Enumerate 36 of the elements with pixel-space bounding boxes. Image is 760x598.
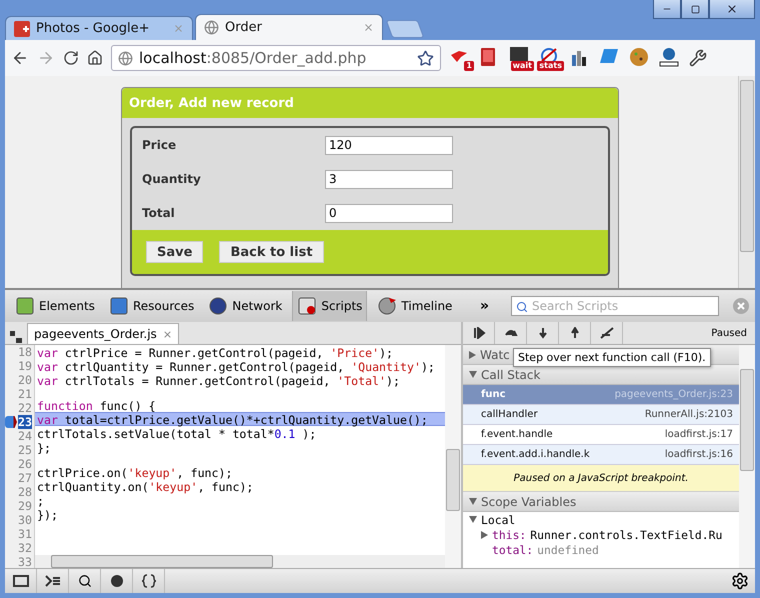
status-text: Paused (711, 328, 747, 338)
paused-message: Paused on a JavaScript breakpoint. (463, 465, 739, 492)
code-line: ctrlPrice.on('keyup', func); (36, 465, 234, 480)
badge: 1 (464, 61, 474, 71)
code-line: var ctrlPrice = Runner.getControl(pageid, 'Price'); (36, 345, 394, 359)
step-over-tooltip: Step over next function call (F10). (513, 348, 711, 367)
line-number: 29 (18, 499, 32, 513)
line-number: 25 (18, 443, 32, 457)
code-line: ctrlTotals.setValue(total * total*0.1 ); (36, 426, 318, 440)
line-number: 21 (18, 387, 32, 401)
form-title: Order, Add new record (122, 88, 618, 118)
line-number: 27 (18, 471, 32, 485)
line-number: 20 (18, 373, 32, 387)
line-number: 26 (18, 457, 32, 471)
line-number: 18 (18, 345, 32, 359)
line-number: 33 (18, 555, 32, 569)
code-line: ; (36, 494, 45, 508)
code-line: function func() { (36, 398, 157, 412)
line-number: 24 (18, 429, 32, 443)
badge: stats (537, 61, 564, 71)
code-line: }); (36, 507, 59, 522)
line-number: 30 (18, 513, 32, 527)
field-label: Total (141, 206, 176, 220)
field-label: Price (141, 138, 178, 152)
code-line: }; (36, 440, 52, 454)
badge: wait (510, 61, 534, 71)
line-number: 32 (18, 541, 32, 555)
field-label: Quantity (141, 172, 202, 186)
code-line: ctrlQuantity.on('keyup', func); (36, 480, 254, 494)
code-line: var ctrlTotals = Runner.getControl(pageid, 'Total'); (36, 374, 401, 387)
code-line: var ctrlQuantity = Runner.getControl(pageid, 'Quantity'); (36, 360, 436, 373)
line-number: 19 (18, 359, 32, 373)
line-number: 23 (18, 415, 32, 429)
line-number: 28 (18, 485, 32, 499)
line-number: 22 (18, 401, 32, 415)
line-number: 31 (18, 527, 32, 541)
